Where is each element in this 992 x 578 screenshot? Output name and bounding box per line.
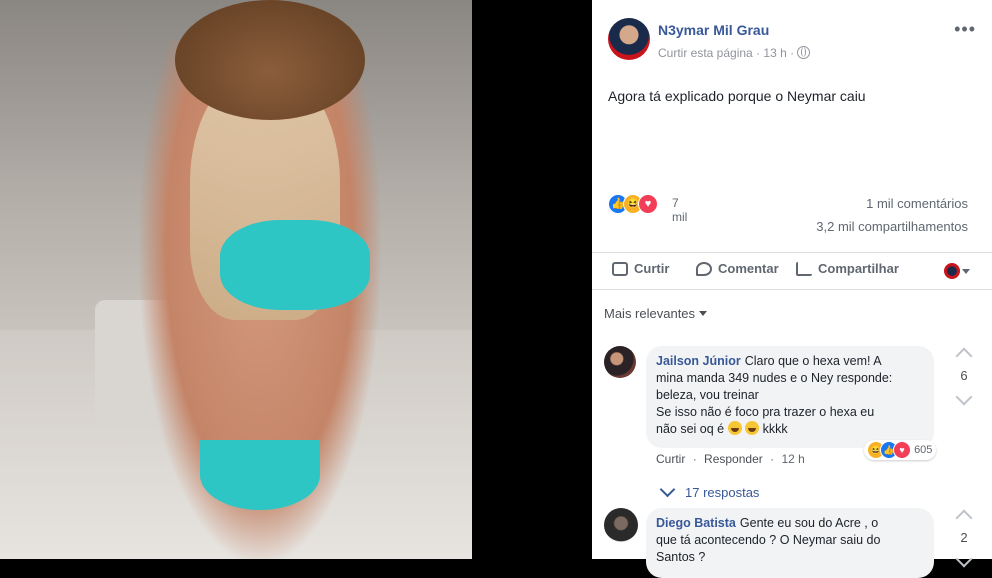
comment-text-line: mina manda 349 nudes e o Ney responde: xyxy=(656,371,893,385)
comment-time[interactable]: 12 h xyxy=(781,452,804,466)
comment-text-line: Gente eu sou do Acre , o xyxy=(739,516,879,530)
downvote-icon[interactable] xyxy=(955,388,973,406)
comment-like-link[interactable]: Curtir xyxy=(656,452,685,466)
meta-separator: · xyxy=(756,46,761,60)
link-separator: · xyxy=(692,452,697,466)
post-actions-bar: Curtir Comentar Compartilhar xyxy=(592,252,992,290)
reactions-count[interactable]: 7 mil xyxy=(672,196,687,224)
page-name-link[interactable]: N3ymar Mil Grau xyxy=(658,22,769,38)
post-text: Agora tá explicado porque o Neymar caiu xyxy=(608,88,866,104)
like-page-link[interactable]: Curtir esta página xyxy=(658,46,753,60)
share-button[interactable]: Compartilhar xyxy=(796,261,899,276)
comment-reaction-count: 605 xyxy=(914,443,933,456)
replies-count: 17 respostas xyxy=(685,485,760,500)
comment-bubble: Diego Batista Gente eu sou do Acre , o qu… xyxy=(646,508,934,578)
comment-author-link[interactable]: Jailson Júnior xyxy=(656,354,741,368)
more-options-icon[interactable]: ••• xyxy=(954,20,976,38)
post-time[interactable]: 13 h xyxy=(763,46,786,60)
upvote-icon[interactable] xyxy=(955,347,973,365)
comment-bubble: Jailson Júnior Claro que o hexa vem! A mi… xyxy=(646,346,934,448)
share-icon xyxy=(796,262,812,276)
comment-sort-dropdown[interactable]: Mais relevantes xyxy=(604,306,708,321)
photo-hat xyxy=(175,0,365,120)
post-photo[interactable] xyxy=(0,0,472,559)
like-button[interactable]: Curtir xyxy=(612,261,669,276)
laughing-emoji-icon xyxy=(727,421,742,435)
sort-caret-icon xyxy=(699,311,708,316)
comment-text-line: Se isso não é foco pra trazer o hexa eu xyxy=(656,405,875,419)
comments-count[interactable]: 1 mil comentários xyxy=(866,196,968,211)
comment-text-trail: kkkk xyxy=(762,422,788,436)
view-replies-link[interactable]: 17 respostas xyxy=(659,481,760,500)
reply-arrow-icon xyxy=(659,481,676,498)
comment-icon xyxy=(696,262,712,276)
laughing-emoji-icon xyxy=(745,421,760,435)
page-identity-avatar[interactable] xyxy=(944,263,960,279)
commenter-avatar[interactable] xyxy=(604,508,638,542)
love-reaction-icon: ♥ xyxy=(893,441,911,459)
page-avatar[interactable] xyxy=(608,18,650,60)
love-reaction-icon: ♥ xyxy=(638,194,658,214)
thumbs-up-icon xyxy=(612,262,628,276)
comment-text-line: Santos ? xyxy=(656,550,706,564)
chevron-down-icon[interactable] xyxy=(962,269,970,274)
comment-text-line: que tá acontecendo ? O Neymar saiu do xyxy=(656,533,881,547)
shares-count[interactable]: 3,2 mil compartilhamentos xyxy=(816,219,968,234)
comment-text-line: não sei oq é xyxy=(656,422,725,436)
commenter-avatar[interactable] xyxy=(604,346,636,378)
post-header: N3ymar Mil Grau Curtir esta página · 13 … xyxy=(608,18,978,66)
comment-text-line: Claro que o hexa vem! A xyxy=(744,354,882,368)
comment-score: 2 xyxy=(960,530,968,545)
like-button-label: Curtir xyxy=(634,261,670,276)
comment-sort-label: Mais relevantes xyxy=(604,306,696,321)
link-separator: · xyxy=(770,452,775,466)
comment-text-line: beleza, vou treinar xyxy=(656,388,759,402)
comment-score: 6 xyxy=(960,368,968,383)
comment-button[interactable]: Comentar xyxy=(696,261,779,276)
comment-reply-link[interactable]: Responder xyxy=(704,452,763,466)
comment-reactions[interactable]: 😆 👍 ♥ 605 xyxy=(864,440,937,460)
photo-viewer xyxy=(0,0,592,559)
comment-author-link[interactable]: Diego Batista xyxy=(656,516,736,530)
share-button-label: Compartilhar xyxy=(818,261,899,276)
photo-swimwear-top xyxy=(220,220,370,310)
comment-vote: 6 xyxy=(954,347,974,406)
upvote-icon[interactable] xyxy=(955,509,973,527)
comment-links: Curtir · Responder · 12 h xyxy=(656,452,809,466)
post-meta: Curtir esta página · 13 h · xyxy=(658,46,811,60)
post-side-panel: N3ymar Mil Grau Curtir esta página · 13 … xyxy=(592,0,992,578)
meta-separator-2: · xyxy=(790,46,795,60)
comment-vote: 2 xyxy=(954,509,974,568)
photo-swimwear-bottom xyxy=(200,440,320,510)
downvote-icon[interactable] xyxy=(955,550,973,568)
comment-button-label: Comentar xyxy=(718,261,779,276)
globe-icon xyxy=(797,46,811,59)
